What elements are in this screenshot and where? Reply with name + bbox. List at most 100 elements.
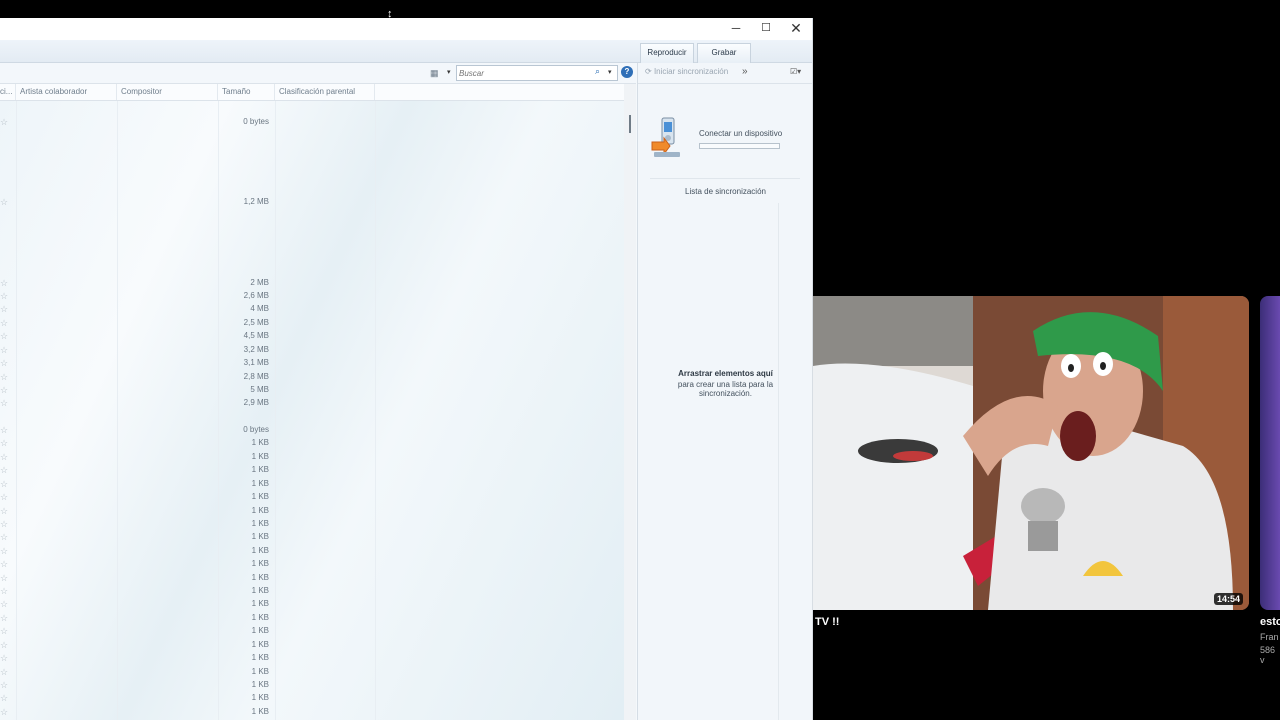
list-item[interactable]: ☆ 1 KB [0, 626, 624, 639]
file-size: 1 KB [251, 613, 269, 622]
rating-stars-icon[interactable]: ☆ [0, 532, 8, 543]
list-item[interactable]: ☆ 1 KB [0, 586, 624, 599]
rating-stars-icon[interactable]: ☆ [0, 345, 8, 356]
list-item[interactable]: ☆ 2,5 MB [0, 318, 624, 331]
list-item[interactable]: ☆ 1 KB [0, 438, 624, 451]
next-video-thumbnail[interactable] [1260, 296, 1280, 610]
list-item[interactable]: ☆ 4 MB [0, 304, 624, 317]
rating-stars-icon[interactable]: ☆ [0, 304, 8, 315]
list-item[interactable]: ☆ 2,6 MB [0, 291, 624, 304]
rating-stars-icon[interactable]: ☆ [0, 599, 8, 610]
rating-stars-icon[interactable]: ☆ [0, 546, 8, 557]
rating-stars-icon[interactable]: ☆ [0, 492, 8, 503]
minimize-button[interactable]: ─ [721, 18, 751, 38]
rating-stars-icon[interactable]: ☆ [0, 385, 8, 396]
rating-stars-icon[interactable]: ☆ [0, 331, 8, 342]
video-thumbnail[interactable]: 14:54 [813, 296, 1249, 610]
library-list: ☆ 0 bytes ☆ 1,2 MB ☆ 2 MB ☆ 2,6 MB ☆ 4 MB ☆ 2,5 MB ☆… [0, 101, 624, 720]
scrollbar-thumb[interactable] [629, 115, 631, 133]
list-item[interactable]: ☆ 1 KB [0, 546, 624, 559]
next-video-title[interactable]: esto [1260, 616, 1280, 628]
rating-stars-icon[interactable]: ☆ [0, 506, 8, 517]
search-input[interactable] [459, 66, 591, 80]
close-button[interactable]: ✕ [781, 18, 811, 38]
rating-stars-icon[interactable]: ☆ [0, 425, 8, 436]
list-item[interactable]: ☆ 1 KB [0, 519, 624, 532]
list-item[interactable]: ☆ 5 MB [0, 385, 624, 398]
rating-stars-icon[interactable]: ☆ [0, 197, 8, 208]
view-options-dropdown-icon[interactable]: ▾ [447, 68, 451, 76]
rating-stars-icon[interactable]: ☆ [0, 693, 8, 704]
list-item[interactable]: ☆ 1 KB [0, 573, 624, 586]
maximize-button[interactable]: ☐ [751, 18, 781, 38]
list-item[interactable]: ☆ 1 KB [0, 613, 624, 626]
column-header-size[interactable]: Tamaño [218, 84, 275, 100]
video-title[interactable]: TV !! [815, 616, 839, 628]
rating-stars-icon[interactable]: ☆ [0, 465, 8, 476]
list-item[interactable]: ☆ 1,2 MB [0, 197, 624, 210]
view-options-icon[interactable]: ▦ [430, 68, 439, 79]
list-item[interactable]: ☆ 0 bytes [0, 425, 624, 438]
list-item[interactable]: ☆ 1 KB [0, 640, 624, 653]
start-sync-button[interactable]: ⟳ Iniciar sincronización [645, 67, 728, 76]
list-item[interactable]: ☆ 1 KB [0, 532, 624, 545]
list-item[interactable]: ☆ 1 KB [0, 680, 624, 693]
rating-stars-icon[interactable]: ☆ [0, 372, 8, 383]
column-header-contributing-artist[interactable]: Artista colaborador [16, 84, 117, 100]
rating-stars-icon[interactable]: ☆ [0, 613, 8, 624]
rating-stars-icon[interactable]: ☆ [0, 278, 8, 289]
more-options-icon[interactable]: » [742, 66, 748, 77]
list-item[interactable]: ☆ 2 MB [0, 278, 624, 291]
list-item[interactable]: ☆ 1 KB [0, 559, 624, 572]
list-item[interactable]: ☆ 1 KB [0, 667, 624, 680]
list-item[interactable]: ☆ 3,2 MB [0, 345, 624, 358]
sync-options-icon[interactable]: ☑▾ [790, 67, 801, 76]
list-item[interactable]: ☆ 0 bytes [0, 117, 624, 130]
rating-stars-icon[interactable]: ☆ [0, 519, 8, 530]
rating-stars-icon[interactable]: ☆ [0, 398, 8, 409]
list-item[interactable]: ☆ 1 KB [0, 693, 624, 706]
list-item[interactable]: ☆ 1 KB [0, 653, 624, 666]
rating-stars-icon[interactable]: ☆ [0, 452, 8, 463]
tab-burn[interactable]: Grabar [697, 43, 751, 63]
rating-stars-icon[interactable]: ☆ [0, 653, 8, 664]
rating-stars-icon[interactable]: ☆ [0, 707, 8, 718]
list-item[interactable]: ☆ 3,1 MB [0, 358, 624, 371]
list-item[interactable]: ☆ 1 KB [0, 465, 624, 478]
rating-stars-icon[interactable]: ☆ [0, 291, 8, 302]
rating-stars-icon[interactable]: ☆ [0, 680, 8, 691]
column-header-rating[interactable]: ci... [0, 84, 16, 100]
list-item[interactable]: ☆ 2,9 MB [0, 398, 624, 411]
list-item[interactable]: ☆ 1 KB [0, 599, 624, 612]
tab-play[interactable]: Reproducir [640, 43, 694, 63]
vertical-scrollbar[interactable] [624, 84, 636, 720]
list-item[interactable]: ☆ 2,8 MB [0, 372, 624, 385]
rating-stars-icon[interactable]: ☆ [0, 479, 8, 490]
rating-stars-icon[interactable]: ☆ [0, 559, 8, 570]
next-video-channel[interactable]: Fran [1260, 632, 1279, 642]
rating-stars-icon[interactable]: ☆ [0, 117, 8, 128]
rating-stars-icon[interactable]: ☆ [0, 358, 8, 369]
search-icon[interactable]: ⌕ [595, 66, 600, 77]
search-dropdown-icon[interactable]: ▾ [608, 68, 612, 76]
list-item[interactable]: ☆ 1 KB [0, 492, 624, 505]
help-icon[interactable]: ? [621, 66, 633, 78]
rating-stars-icon[interactable]: ☆ [0, 667, 8, 678]
tab-bar: Reproducir Grabar [0, 40, 812, 63]
rating-stars-icon[interactable]: ☆ [0, 626, 8, 637]
rating-stars-icon[interactable]: ☆ [0, 438, 8, 449]
drag-items-title: Arrastrar elementos aquí [678, 369, 773, 378]
file-size: 1 KB [251, 546, 269, 555]
column-header-composer[interactable]: Compositor [117, 84, 218, 100]
list-item[interactable]: ☆ 1 KB [0, 707, 624, 720]
list-item[interactable]: ☆ 1 KB [0, 479, 624, 492]
list-item[interactable]: ☆ 1 KB [0, 506, 624, 519]
rating-stars-icon[interactable]: ☆ [0, 586, 8, 597]
rating-stars-icon[interactable]: ☆ [0, 640, 8, 651]
column-header-parental-rating[interactable]: Clasificación parental [275, 84, 375, 100]
list-item[interactable]: ☆ 1 KB [0, 452, 624, 465]
rating-stars-icon[interactable]: ☆ [0, 573, 8, 584]
rating-stars-icon[interactable]: ☆ [0, 318, 8, 329]
list-item[interactable]: ☆ 4,5 MB [0, 331, 624, 344]
file-size: 2 MB [250, 278, 269, 287]
